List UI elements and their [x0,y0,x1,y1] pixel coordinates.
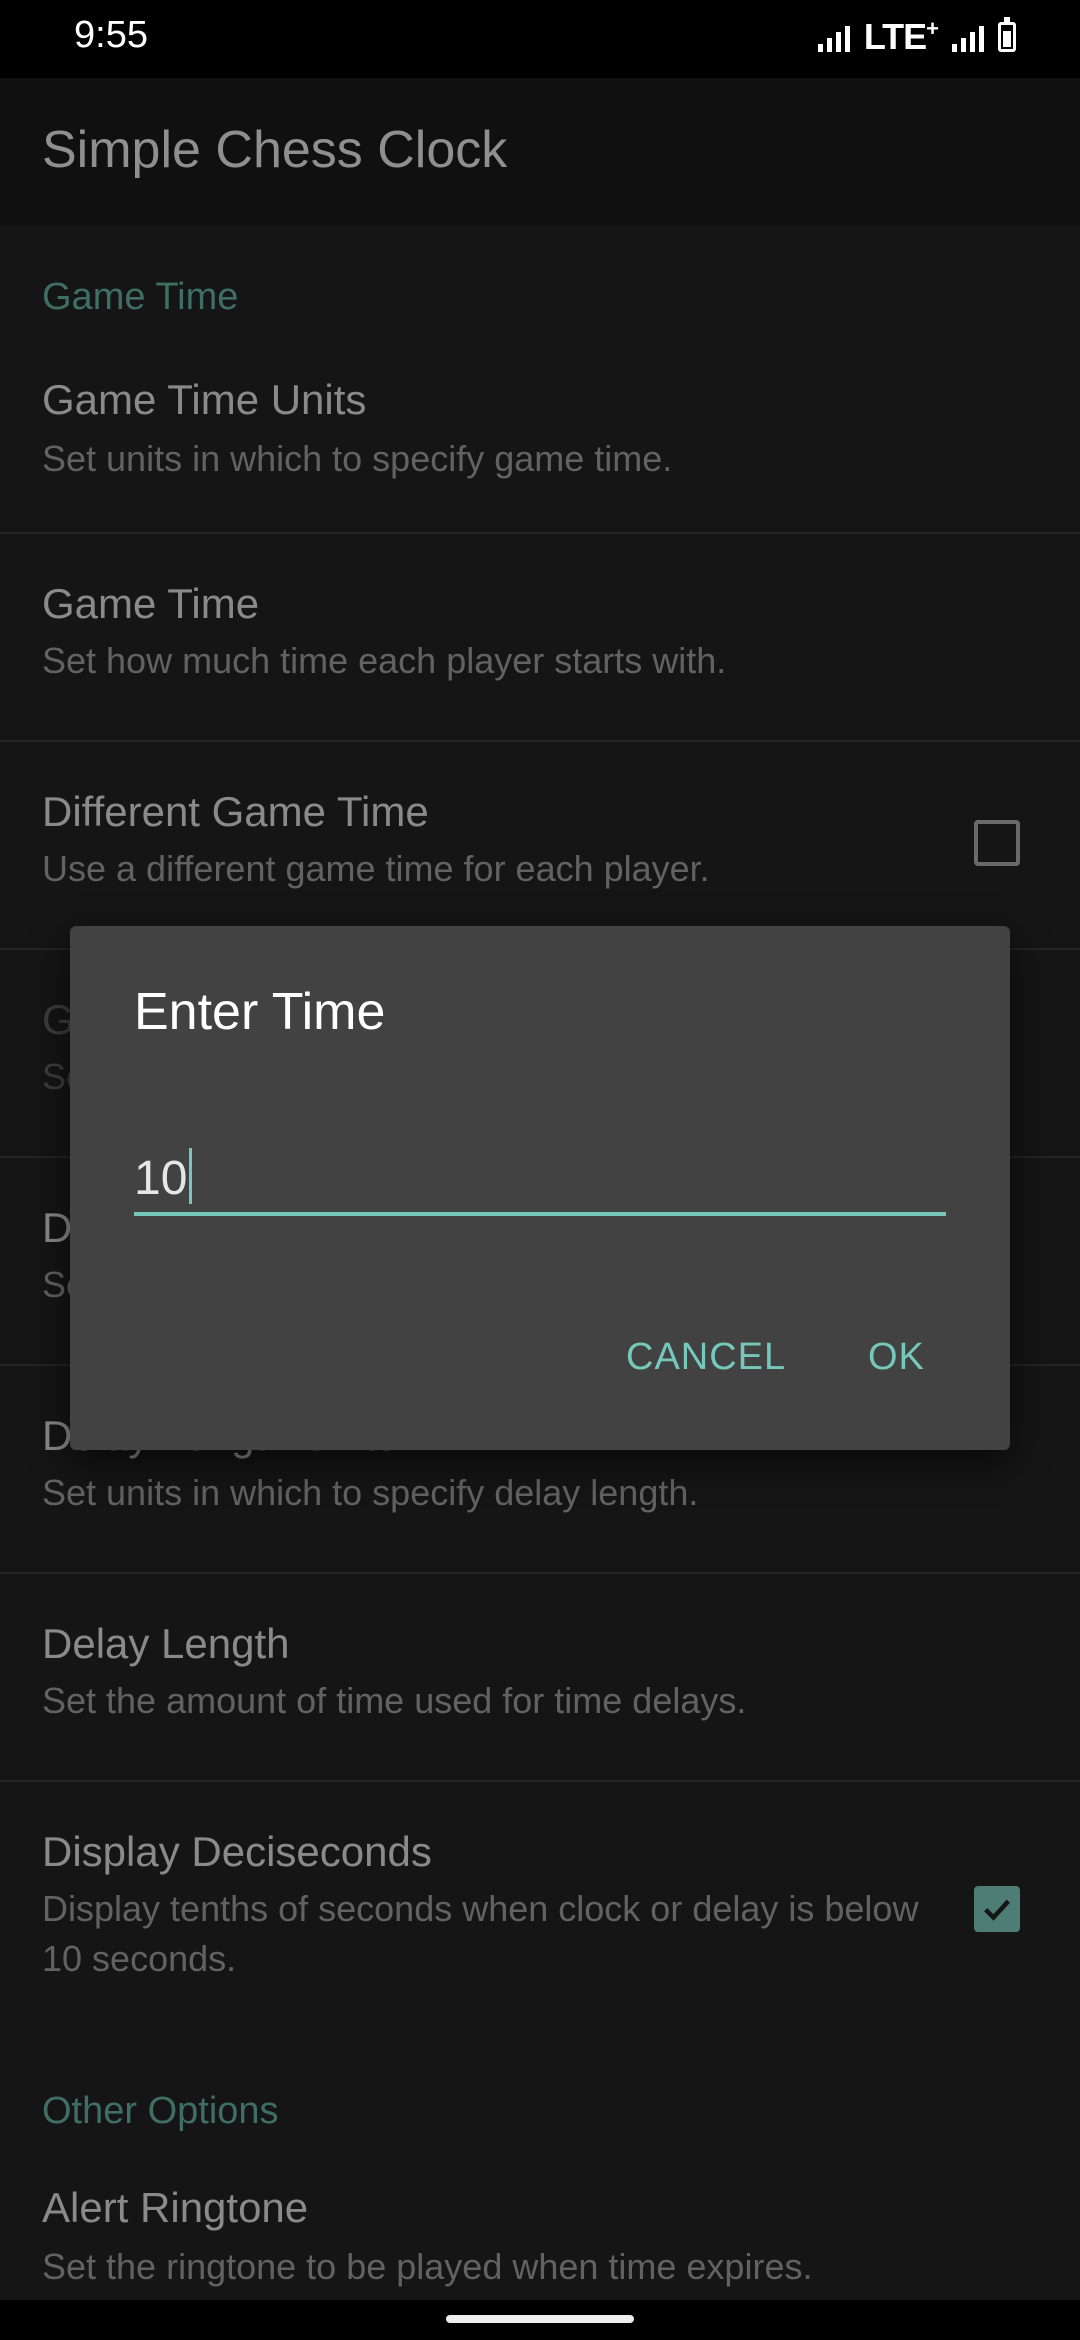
home-gesture-handle[interactable] [446,2315,634,2323]
pref-delay-length[interactable]: Delay Length Set the amount of time used… [0,1574,1080,1782]
pref-summary: Set units in which to specify game time. [42,438,673,479]
network-label: LTE [863,16,927,57]
app-bar: Simple Chess Clock [0,78,1080,226]
pref-alert-ringtone[interactable]: Alert Ringtone Set the ringtone to be pl… [0,2146,1080,2306]
pref-different-game-time[interactable]: Different Game Time Use a different game… [0,742,1080,950]
status-time: 9:55 [74,14,148,56]
pref-title: D [42,1204,73,1251]
pref-summary: Set the amount of time used for time del… [42,1680,747,1721]
pref-game-time[interactable]: Game Time Set how much time each player … [0,534,1080,742]
pref-title: Game Time Units [42,376,367,423]
time-input[interactable]: 10 [134,1126,946,1216]
status-icons: LTE+ [817,16,1016,58]
time-input-text: 10 [134,1152,188,1205]
dialog-title: Enter Time [134,983,386,1041]
pref-display-deciseconds[interactable]: Display Deciseconds Display tenths of se… [0,1782,1080,2032]
category-other-options: Other Options [42,2090,279,2132]
pref-summary: Set units in which to specify delay leng… [42,1472,699,1513]
pref-summary: Set how much time each player starts wit… [42,640,727,681]
pref-game-time-units[interactable]: Game Time Units Set units in which to sp… [0,336,1080,534]
cell-signal-icon [952,22,984,52]
checkmark-icon [984,1899,1011,1921]
pref-summary: Display tenths of seconds when clock or … [42,1888,919,1979]
app-title: Simple Chess Clock [42,121,508,179]
ok-button[interactable]: OK [868,1336,925,1379]
pref-title: Game Time [42,580,260,627]
pref-summary: Use a different game time for each playe… [42,848,710,889]
navigation-bar [0,2300,1080,2340]
enter-time-dialog: Enter Time 10 CANCEL OK [70,926,1010,1450]
status-bar: 9:55 LTE+ [0,0,1080,78]
text-caret [189,1148,193,1204]
category-game-time: Game Time [42,276,239,318]
pref-title: Display Deciseconds [42,1828,432,1875]
different-game-time-checkbox[interactable] [974,820,1020,866]
pref-title: Alert Ringtone [42,2184,309,2231]
pref-summary: Set the ringtone to be played when time … [42,2246,813,2287]
network-type: LTE+ [863,16,939,58]
time-input-value: 10 [134,1148,193,1206]
screen: 9:55 LTE+ Simple Chess Clock Game Time G… [0,0,1080,2340]
cancel-button[interactable]: CANCEL [626,1336,786,1379]
pref-title: Delay Length [42,1620,290,1667]
network-sup: + [926,16,939,41]
wifi-calling-signal-icon [817,22,850,52]
pref-title: Different Game Time [42,788,429,835]
battery-icon [998,17,1016,52]
display-deciseconds-checkbox[interactable] [974,1886,1020,1932]
